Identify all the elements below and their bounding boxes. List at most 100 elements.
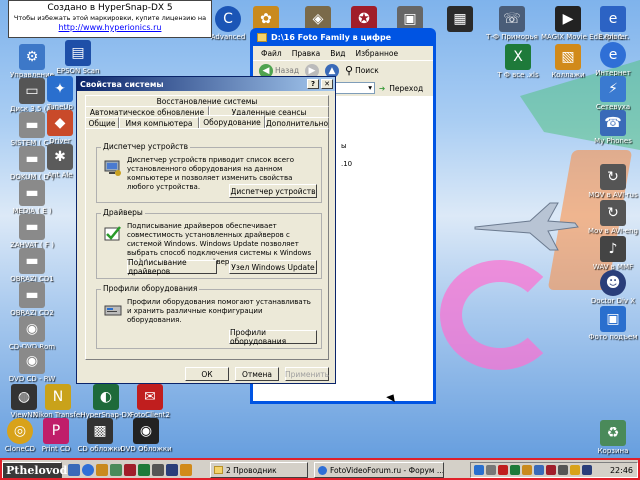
menu-view[interactable]: Вид — [330, 49, 345, 58]
tab-automatic-updates[interactable]: Автоматическое обновление — [85, 106, 209, 117]
tab-system-restore[interactable]: Восстановление системы — [85, 95, 329, 106]
desktop-icon-fotoclient[interactable]: ✉ FotoClient2 — [120, 384, 180, 420]
tab-general[interactable]: Общие — [85, 117, 119, 128]
tab-advanced[interactable]: Дополнительно — [265, 117, 329, 128]
cd-cover-icon: ▩ — [87, 418, 113, 444]
ok-button[interactable]: ОК — [185, 367, 229, 381]
driver-icon: ◆ — [47, 110, 73, 136]
help-button[interactable]: ? — [307, 79, 319, 89]
tray-app-icon[interactable] — [522, 465, 532, 475]
tray-app-icon[interactable] — [570, 465, 580, 475]
desktop-icon-my-phones[interactable]: ☎ My Phones — [585, 110, 640, 146]
phone-icon: ☏ — [499, 6, 525, 32]
desktop-icon-obrazi-cd1[interactable]: ▬ OBRAZI CD1 — [2, 248, 62, 284]
system-tray: 22:46 — [470, 462, 638, 478]
go-label[interactable]: Переход — [389, 84, 423, 93]
quicklaunch-app-icon[interactable] — [152, 464, 164, 476]
clock[interactable]: 22:46 — [610, 466, 637, 475]
optical-drive-icon: ◉ — [19, 348, 45, 374]
folder-icon — [257, 32, 267, 42]
app-icon: ▦ — [447, 6, 473, 32]
wallpaper-jet-icon — [474, 202, 579, 251]
desktop-icon-zahvat-f[interactable]: ▬ ZAHVAT ( F ) — [2, 214, 62, 250]
control-panel-icon: ⚙ — [19, 44, 45, 70]
device-manager-title: Диспетчер устройств — [101, 142, 191, 151]
phone-folder-icon: ☎ — [600, 110, 626, 136]
search-button[interactable]: ⚲ Поиск — [345, 64, 379, 77]
tray-app-icon[interactable] — [546, 465, 556, 475]
tab-hardware[interactable]: Оборудование — [199, 115, 265, 128]
start-button[interactable]: Pthelovod — [2, 461, 67, 479]
quicklaunch-app-icon[interactable] — [180, 464, 192, 476]
print-cd-icon: P — [43, 418, 69, 444]
desktop-icon-wav-mmf[interactable]: ♪ WAV в MMF — [585, 236, 640, 272]
desktop-icon-explorer[interactable]: e Explorer — [585, 6, 640, 42]
desktop-icon-mov-avi-rus[interactable]: ↻ MOV в AVI-rus — [585, 164, 640, 200]
tray-app-icon[interactable] — [498, 465, 508, 475]
network-icon: ⚡ — [600, 76, 626, 102]
excel-icon: X — [505, 44, 531, 70]
tray-network-icon[interactable] — [534, 465, 544, 475]
hardware-profiles-button[interactable]: Профили оборудования — [229, 328, 317, 346]
tray-volume-icon[interactable] — [558, 465, 568, 475]
system-properties-dialog[interactable]: Свойства системы ? ✕ Восстановление сист… — [76, 76, 336, 384]
dialog-titlebar[interactable]: Свойства системы ? ✕ — [77, 77, 335, 91]
cancel-button[interactable]: Отмена — [235, 367, 279, 381]
apply-button[interactable]: Применить — [285, 367, 329, 381]
menu-favorites[interactable]: Избранное — [356, 49, 399, 58]
hard-drive-icon: ▬ — [19, 180, 45, 206]
tray-app-icon[interactable] — [582, 465, 592, 475]
desktop-icon-obrazi-cd2[interactable]: ▬ OBRAZI CD2 — [2, 282, 62, 318]
quicklaunch-app-icon[interactable] — [96, 464, 108, 476]
scanner-icon: ▤ — [65, 40, 91, 66]
recycle-bin-icon: ♻ — [600, 420, 626, 446]
explorer-titlebar[interactable]: D:\16 Foto Family в цифре — [253, 28, 433, 46]
tab-computer-name[interactable]: Имя компьютера — [119, 117, 199, 128]
desktop-icon-tf-xls[interactable]: X Т Ф все .xls — [490, 44, 546, 80]
taskbar-task-forum[interactable]: FotoVideoForum.ru - Форум ... — [314, 462, 444, 478]
quicklaunch-ie-icon[interactable] — [82, 464, 94, 476]
desktop-icon-app5[interactable]: ▦ — [440, 6, 480, 32]
quicklaunch-app-icon[interactable] — [110, 464, 122, 476]
desktop-icon-tuneup[interactable]: ✦ TuneUp — [40, 76, 80, 112]
menu-file[interactable]: Файл — [261, 49, 282, 58]
desktop-icon-dvd-cd-rw[interactable]: ◉ DVD CD - RW — [2, 348, 62, 384]
tray-app-icon[interactable] — [510, 465, 520, 475]
desktop-icon-epson-scan[interactable]: ▤ EPSON Scan — [48, 40, 108, 76]
go-arrow-icon[interactable]: ➔ — [379, 84, 385, 93]
audio-converter-icon: ♪ — [600, 236, 626, 262]
desktop-icon-mov-avi-eng[interactable]: ↻ Mov в AVI-eng — [585, 200, 640, 236]
desktop-icon-dvd-covers[interactable]: ◉ DVD Обложки — [116, 418, 176, 454]
desktop-icon-tf-primorya[interactable]: ☏ Т-Ф Приморья — [484, 6, 540, 42]
quicklaunch-desktop-icon[interactable] — [68, 464, 80, 476]
tab-row-3: Общие Имя компьютера Оборудование Дополн… — [85, 115, 329, 128]
desktop-icon-ant[interactable]: ✱ Ant Ale — [40, 144, 80, 180]
windows-update-button[interactable]: Узел Windows Update — [229, 260, 317, 274]
desktop-icon-driver[interactable]: ◆ Driver — [40, 110, 80, 146]
desktop-icon-network[interactable]: ⚡ Сетевуха — [585, 76, 640, 112]
desktop-icon-cd-dvd-rom[interactable]: ◉ CD-DVD Rom — [2, 316, 62, 352]
ant-icon: ✱ — [47, 144, 73, 170]
menu-edit[interactable]: Правка — [292, 49, 321, 58]
tray-app-icon[interactable] — [486, 465, 496, 475]
address-dropdown[interactable]: ▾ — [335, 82, 375, 94]
device-manager-button[interactable]: Диспетчер устройств — [229, 184, 317, 198]
nikon-icon: N — [45, 384, 71, 410]
explorer-title: D:\16 Foto Family в цифре — [271, 32, 392, 42]
device-manager-icon — [104, 160, 121, 176]
desktop-icon-media-e[interactable]: ▬ MEDIA ( E ) — [2, 180, 62, 216]
quicklaunch-app-icon[interactable] — [138, 464, 150, 476]
desktop-icon-internet[interactable]: e Интернет — [585, 42, 640, 78]
taskbar-task-explorer[interactable]: 2 Проводник — [210, 462, 308, 478]
desktop-icon-recycle-bin[interactable]: ♻ Корзина — [585, 420, 640, 456]
device-manager-group: Диспетчер устройств Диспетчер устройств … — [96, 142, 322, 203]
hypersnap-url[interactable]: http://www.hyperionics.ru — [9, 23, 211, 32]
driver-signing-button[interactable]: Подписывание драйверов — [127, 258, 217, 276]
quicklaunch-app-icon[interactable] — [124, 464, 136, 476]
quicklaunch-app-icon[interactable] — [166, 464, 178, 476]
tray-lang-icon[interactable] — [474, 465, 484, 475]
desktop-icon-doctor-divx[interactable]: ☻ Doctor Div X — [585, 270, 640, 306]
converter-icon: ↻ — [600, 164, 626, 190]
close-button[interactable]: ✕ — [321, 79, 333, 89]
desktop-icon-foto-podyem[interactable]: ▣ Фото подъем — [585, 306, 640, 342]
